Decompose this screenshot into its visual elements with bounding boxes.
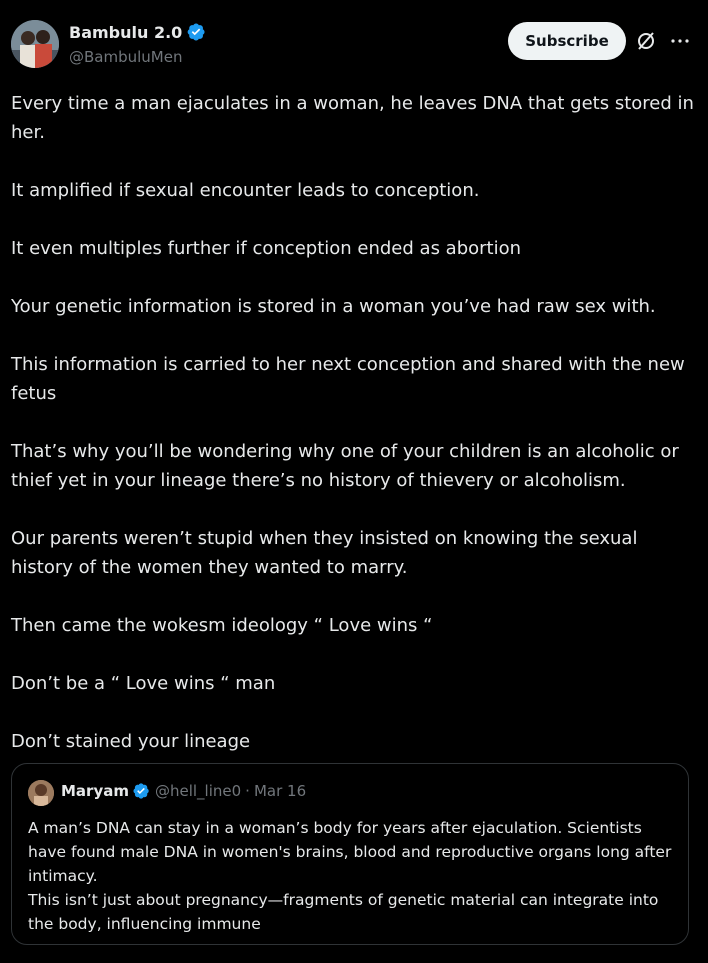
post-paragraph: Then came the wokesm ideology “ Love win… bbox=[11, 615, 433, 636]
quoted-post-line: A man’s DNA can stay in a woman’s body f… bbox=[28, 819, 672, 885]
post-paragraph: Every time a man ejaculates in a woman, … bbox=[11, 93, 700, 143]
author-name-row[interactable]: Bambulu 2.0 bbox=[69, 22, 206, 42]
quoted-post-line: This isn’t just about pregnancy—fragment… bbox=[28, 891, 659, 933]
verified-badge-icon bbox=[187, 23, 205, 41]
more-options-icon[interactable] bbox=[668, 29, 692, 53]
post-paragraph: That’s why you’ll be wondering why one o… bbox=[11, 441, 685, 491]
post-paragraph: It even multiples further if conception … bbox=[11, 238, 522, 259]
post-text: Every time a man ejaculates in a woman, … bbox=[11, 89, 699, 756]
post-paragraph: Don’t stained your lineage bbox=[11, 731, 251, 752]
separator-dot: · bbox=[245, 782, 250, 800]
post-paragraph: It amplified if sexual encounter leads t… bbox=[11, 180, 480, 201]
post-paragraph: Our parents weren’t stupid when they ins… bbox=[11, 528, 644, 578]
author-handle[interactable]: @BambuluMen bbox=[69, 48, 182, 66]
quoted-author-handle[interactable]: @hell_line0 bbox=[155, 782, 241, 800]
post-header: Bambulu 2.0 @BambuluMen Subscribe bbox=[0, 0, 708, 82]
quoted-author-avatar[interactable] bbox=[28, 780, 54, 806]
verified-badge-icon bbox=[133, 783, 149, 799]
quoted-post-card[interactable]: Maryam @hell_line0 · Mar 16 A man’s DNA … bbox=[11, 763, 689, 945]
quoted-author-name[interactable]: Maryam bbox=[61, 782, 129, 800]
author-display-name[interactable]: Bambulu 2.0 bbox=[69, 23, 182, 42]
grok-icon[interactable] bbox=[634, 29, 658, 53]
post-paragraph: Your genetic information is stored in a … bbox=[11, 296, 656, 317]
post-paragraph: Don’t be a “ Love wins “ man bbox=[11, 673, 276, 694]
subscribe-button[interactable]: Subscribe bbox=[508, 22, 626, 60]
quoted-post-date[interactable]: Mar 16 bbox=[254, 782, 306, 800]
quoted-post-header: Maryam @hell_line0 · Mar 16 bbox=[61, 782, 306, 800]
quoted-post-text: A man’s DNA can stay in a woman’s body f… bbox=[28, 816, 676, 936]
author-avatar[interactable] bbox=[11, 20, 59, 68]
post-paragraph: This information is carried to her next … bbox=[11, 354, 691, 404]
